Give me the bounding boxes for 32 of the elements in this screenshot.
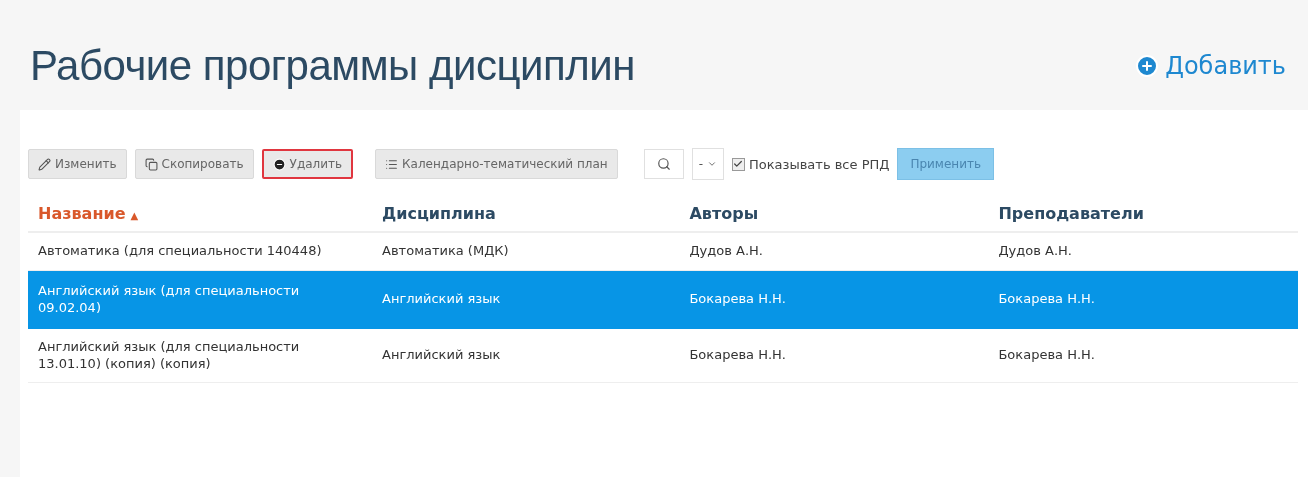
delete-button[interactable]: Удалить: [261, 149, 354, 179]
checkbox-box[interactable]: [732, 157, 745, 171]
page-title: Рабочие программы дисциплин: [30, 42, 635, 90]
table-row[interactable]: Автоматика (для специальности 140448) Автоматика (МДК) Дудов А.Н. Дудов А.Н.: [28, 232, 1298, 271]
search-button[interactable]: [643, 149, 684, 179]
table-cell: Бокарева Н.Н.: [679, 328, 989, 383]
table-cell: Английский язык: [372, 328, 680, 383]
edit-button[interactable]: Изменить: [28, 149, 127, 179]
table-cell: Английский язык (для специальности 09.02.04): [28, 270, 373, 329]
table-cell: Английский язык (для специальности 13.01.10) (копия) (копия): [28, 328, 373, 383]
table-cell: Бокарева Н.Н.: [988, 270, 1298, 329]
table-cell: Дудов А.Н.: [988, 232, 1298, 271]
minus-circle-icon: [272, 157, 286, 171]
list-icon: [385, 157, 399, 171]
table-cell: Бокарева Н.Н.: [988, 328, 1298, 383]
copy-icon: [144, 157, 158, 171]
caret-icon: [707, 159, 717, 169]
table-row[interactable]: Английский язык (для специальности 13.01.10) (копия) (копия) Английский язык Бокарева Н.Н. Бокарева Н.Н.: [28, 328, 1298, 383]
search-icon: [656, 157, 671, 171]
plan-button[interactable]: Календарно-тематический план: [375, 149, 618, 179]
sort-mark: ▲: [130, 210, 139, 221]
pencil-icon: [38, 157, 51, 171]
table-cell: Дудов А.Н.: [679, 232, 989, 271]
table-cell: Бокарева Н.Н.: [679, 270, 989, 329]
filter-select[interactable]: -: [691, 148, 724, 180]
copy-button[interactable]: Скопировать: [134, 149, 254, 179]
table-cell: Английский язык: [372, 270, 680, 329]
table-cell: Автоматика (МДК): [372, 232, 680, 271]
table-cell: Автоматика (для специальности 140448): [28, 232, 373, 271]
plus-icon: [1135, 54, 1160, 78]
show-all-checkbox[interactable]: Показывать все РПД: [732, 156, 890, 172]
add-link[interactable]: Добавить: [1135, 52, 1286, 80]
